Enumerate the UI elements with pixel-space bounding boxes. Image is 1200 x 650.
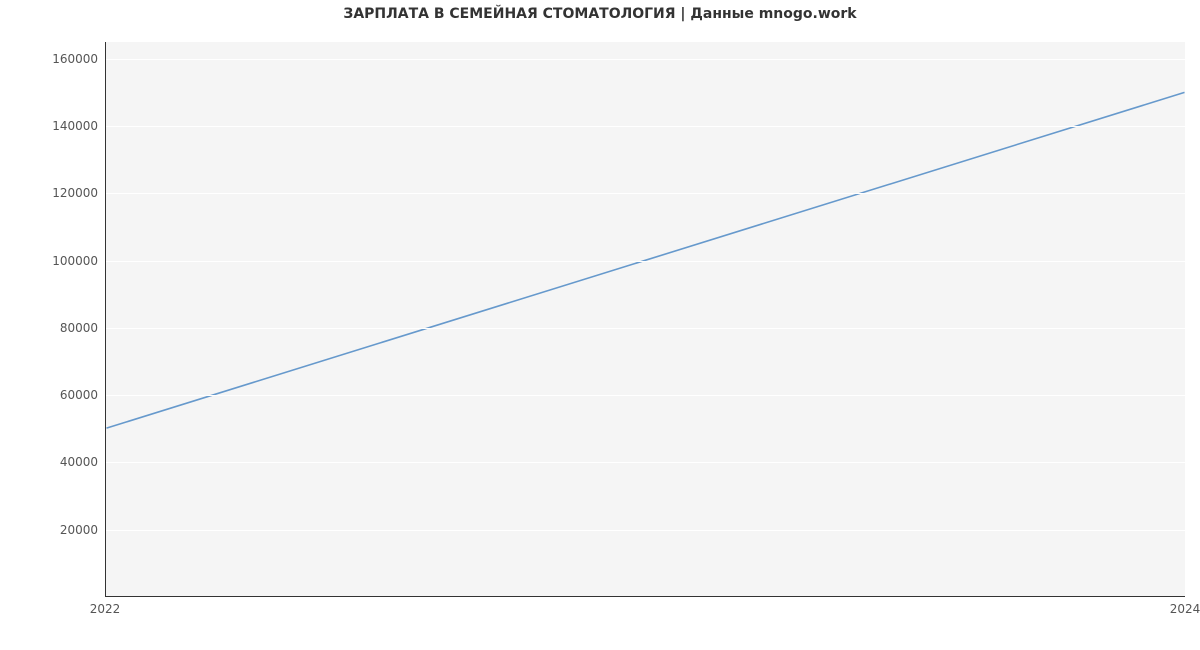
y-tick-label: 140000	[8, 119, 98, 133]
y-gridline	[106, 59, 1185, 60]
y-gridline	[106, 328, 1185, 329]
plot-area	[105, 42, 1185, 597]
y-tick-label: 100000	[8, 254, 98, 268]
y-tick-label: 80000	[8, 321, 98, 335]
y-tick-label: 20000	[8, 523, 98, 537]
y-gridline	[106, 462, 1185, 463]
y-gridline	[106, 530, 1185, 531]
y-tick-label: 160000	[8, 52, 98, 66]
x-tick-label: 2022	[90, 602, 121, 616]
y-gridline	[106, 126, 1185, 127]
y-tick-label: 120000	[8, 186, 98, 200]
chart-title: ЗАРПЛАТА В СЕМЕЙНАЯ СТОМАТОЛОГИЯ | Данны…	[0, 6, 1200, 22]
y-gridline	[106, 395, 1185, 396]
x-tick-label: 2024	[1170, 602, 1200, 616]
y-gridline	[106, 261, 1185, 262]
chart-container: ЗАРПЛАТА В СЕМЕЙНАЯ СТОМАТОЛОГИЯ | Данны…	[0, 0, 1200, 650]
y-tick-label: 40000	[8, 455, 98, 469]
y-gridline	[106, 193, 1185, 194]
y-tick-label: 60000	[8, 388, 98, 402]
